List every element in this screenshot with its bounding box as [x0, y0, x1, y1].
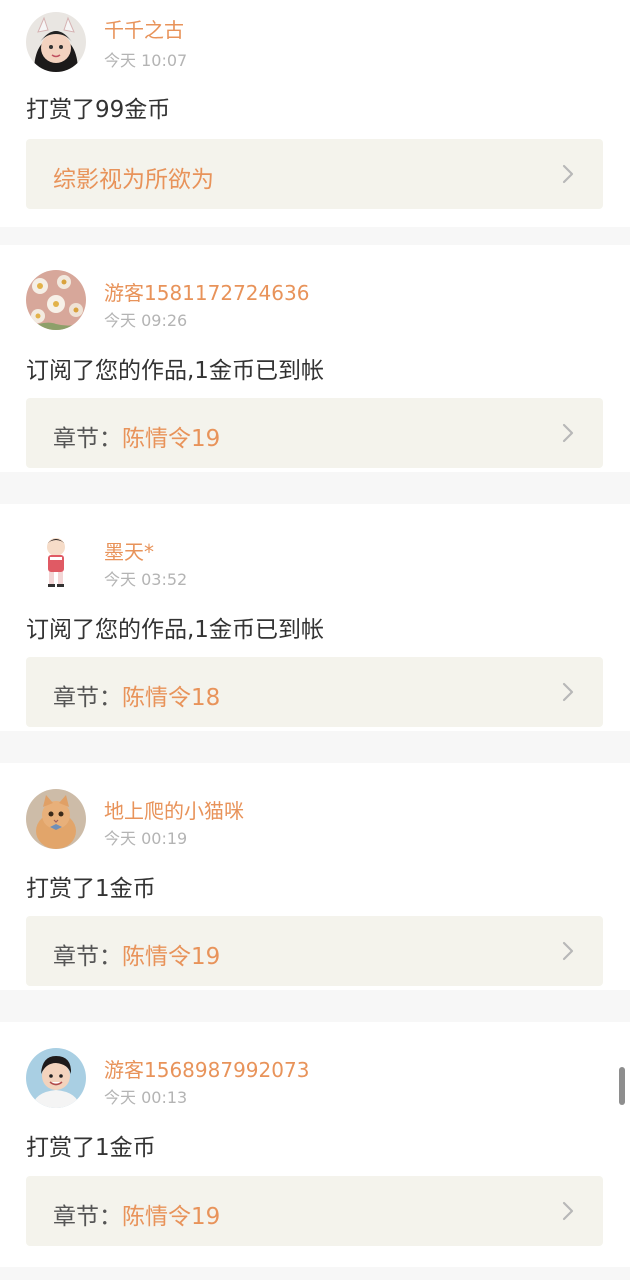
work-link-text: 章节：陈情令19	[53, 419, 220, 453]
avatar-girl-cat-ears-image	[26, 12, 86, 72]
chevron-right-icon	[562, 941, 574, 961]
notification-card: 地上爬的小猫咪 今天 00:19 打赏了1金币 章节：陈情令19	[0, 763, 630, 990]
notification-message: 打赏了99金币	[26, 97, 171, 123]
link-prefix: 章节：	[53, 944, 122, 970]
notification-message: 打赏了1金币	[26, 876, 156, 902]
link-prefix: 章节：	[53, 426, 122, 452]
avatar[interactable]	[26, 12, 86, 72]
avatar[interactable]	[26, 270, 86, 330]
work-title: 陈情令19	[122, 426, 221, 452]
link-prefix: 章节：	[53, 685, 122, 711]
username[interactable]: 墨天*	[104, 536, 154, 565]
work-title: 综影视为所欲为	[53, 167, 214, 193]
notification-card: 墨天* 今天 03:52 订阅了您的作品,1金币已到帐 章节：陈情令18	[0, 504, 630, 731]
username[interactable]: 地上爬的小猫咪	[104, 795, 244, 824]
work-link[interactable]: 综影视为所欲为	[26, 139, 603, 209]
work-link[interactable]: 章节：陈情令19	[26, 398, 603, 468]
notification-card: 游客1581172724636 今天 09:26 订阅了您的作品,1金币已到帐 …	[0, 245, 630, 472]
chevron-right-icon	[562, 1201, 574, 1221]
scrollbar[interactable]	[619, 1067, 625, 1105]
timestamp: 今天 09:26	[104, 311, 188, 330]
work-link[interactable]: 章节：陈情令18	[26, 657, 603, 727]
work-title: 陈情令19	[122, 1204, 221, 1230]
username[interactable]: 游客1568987992073	[104, 1054, 309, 1083]
work-link-text: 章节：陈情令18	[53, 678, 220, 712]
timestamp: 今天 03:52	[104, 570, 188, 589]
work-link-text: 综影视为所欲为	[53, 160, 214, 194]
chevron-right-icon	[562, 682, 574, 702]
notification-feed: 千千之古 今天 10:07 打赏了99金币 综影视为所欲为 游客15811727…	[0, 0, 630, 1280]
link-prefix: 章节：	[53, 1204, 122, 1230]
chevron-right-icon	[562, 423, 574, 443]
timestamp: 今天 00:13	[104, 1088, 188, 1107]
notification-message: 订阅了您的作品,1金币已到帐	[26, 358, 324, 384]
work-title: 陈情令18	[122, 685, 221, 711]
avatar-smiling-man-image	[26, 1048, 86, 1108]
avatar[interactable]	[26, 789, 86, 849]
username[interactable]: 游客1581172724636	[104, 277, 309, 306]
avatar-chibi-boy-image	[26, 531, 86, 591]
work-title: 陈情令19	[122, 944, 221, 970]
timestamp: 今天 00:19	[104, 829, 188, 848]
avatar-kitten-image	[26, 789, 86, 849]
chevron-right-icon	[562, 164, 574, 184]
work-link[interactable]: 章节：陈情令19	[26, 916, 603, 986]
notification-message: 打赏了1金币	[26, 1135, 156, 1161]
work-link[interactable]: 章节：陈情令19	[26, 1176, 603, 1246]
avatar-daisy-painting-image	[26, 270, 86, 330]
timestamp: 今天 10:07	[104, 51, 188, 70]
avatar[interactable]	[26, 531, 86, 591]
notification-message: 订阅了您的作品,1金币已到帐	[26, 617, 324, 643]
work-link-text: 章节：陈情令19	[53, 1197, 220, 1231]
notification-card: 千千之古 今天 10:07 打赏了99金币 综影视为所欲为	[0, 0, 630, 227]
notification-card: 游客1568987992073 今天 00:13 打赏了1金币 章节：陈情令19	[0, 1022, 630, 1267]
username[interactable]: 千千之古	[104, 14, 184, 43]
work-link-text: 章节：陈情令19	[53, 937, 220, 971]
avatar[interactable]	[26, 1048, 86, 1108]
